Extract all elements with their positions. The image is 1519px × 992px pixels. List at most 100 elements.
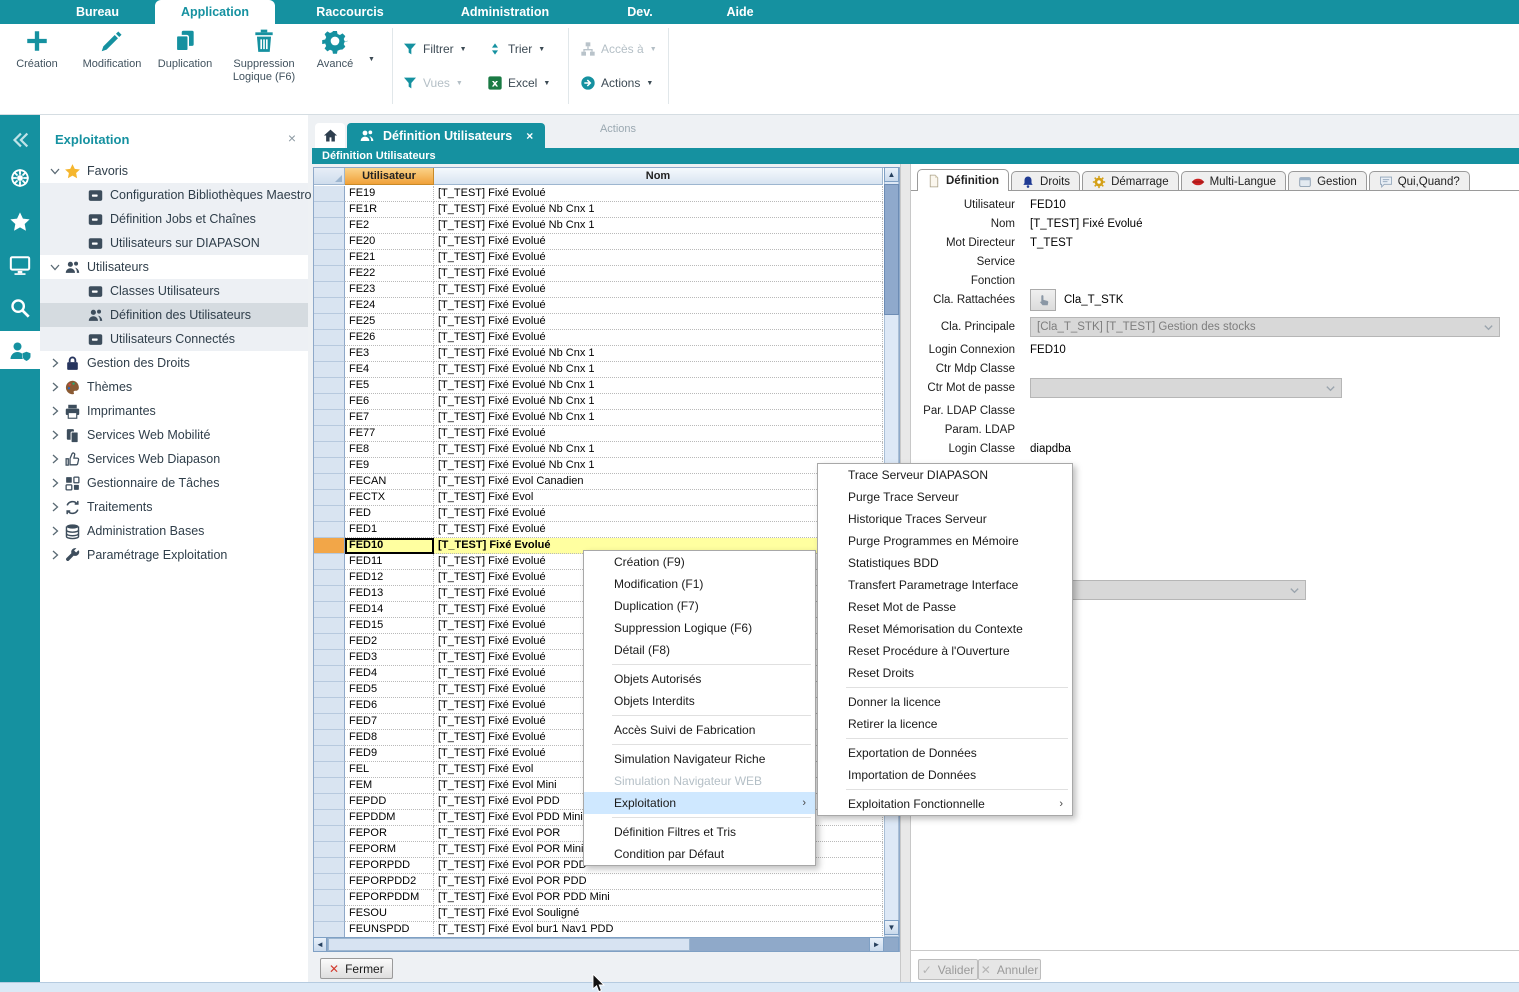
menu-item-historique-traces-serveur[interactable]: Historique Traces Serveur <box>818 508 1072 530</box>
table-row[interactable]: FED1[T_TEST] Fixé Evolué <box>314 522 884 538</box>
grid-corner-cell[interactable] <box>314 168 345 185</box>
menu-item-duplication-f7[interactable]: Duplication (F7) <box>584 595 815 617</box>
collapse-icon[interactable] <box>9 129 31 151</box>
row-handle[interactable] <box>314 794 345 810</box>
sidebar-item-definition-jobs-et-chaines[interactable]: Définition Jobs et Chaînes <box>40 207 308 231</box>
menu-item-suppression-logique-f6[interactable]: Suppression Logique (F6) <box>584 617 815 639</box>
table-row[interactable]: FECAN[T_TEST] Fixé Evol Canadien <box>314 474 884 490</box>
actions-button[interactable]: Actions▼ <box>580 72 653 94</box>
sidebar-item-definition-des-utilisateurs[interactable]: Définition des Utilisateurs <box>40 303 308 327</box>
chevron-down-icon[interactable] <box>49 261 61 273</box>
chevron-down-icon[interactable]: ▼ <box>538 46 545 53</box>
row-handle[interactable] <box>314 682 345 698</box>
row-handle[interactable] <box>314 410 345 426</box>
row-handle[interactable] <box>314 826 345 842</box>
detail-tab-multi-langue[interactable]: Multi-Langue <box>1181 171 1286 191</box>
row-handle[interactable] <box>314 506 345 522</box>
table-row[interactable]: FEUNSPDD[T_TEST] Fixé Evol bur1 Nav1 PDD <box>314 922 884 938</box>
detail-tab-definition[interactable]: Définition <box>917 169 1009 191</box>
menu-item-acces-suivi-de-fabrication[interactable]: Accès Suivi de Fabrication <box>584 719 815 741</box>
sidebar-item-favoris[interactable]: Favoris <box>40 159 308 183</box>
close-grid-button[interactable]: ✕ Fermer <box>320 958 393 979</box>
table-row[interactable]: FE20[T_TEST] Fixé Evolué <box>314 234 884 250</box>
table-row[interactable]: FE5[T_TEST] Fixé Evolué Nb Cnx 1 <box>314 378 884 394</box>
menu-item-transfert-parametrage-interface[interactable]: Transfert Parametrage Interface <box>818 574 1072 596</box>
row-handle[interactable] <box>314 538 345 554</box>
scroll-left-button[interactable]: ◄ <box>313 937 327 952</box>
table-row[interactable]: FE7[T_TEST] Fixé Evolué Nb Cnx 1 <box>314 410 884 426</box>
table-row[interactable]: FED[T_TEST] Fixé Evolué <box>314 506 884 522</box>
module-tile-active[interactable] <box>0 331 40 369</box>
row-handle[interactable] <box>314 634 345 650</box>
table-row[interactable]: FE22[T_TEST] Fixé Evolué <box>314 266 884 282</box>
sidebar-item-parametrage-exploitation[interactable]: Paramétrage Exploitation <box>40 543 308 567</box>
menu-item-creation-f9[interactable]: Création (F9) <box>584 551 815 573</box>
menu-item-exportation-de-donnees[interactable]: Exportation de Données <box>818 742 1072 764</box>
row-handle[interactable] <box>314 666 345 682</box>
row-handle[interactable] <box>314 890 345 906</box>
row-handle[interactable] <box>314 490 345 506</box>
menu-item-reset-mot-de-passe[interactable]: Reset Mot de Passe <box>818 596 1072 618</box>
menu-item-donner-la-licence[interactable]: Donner la licence <box>818 691 1072 713</box>
menu-item-modification-f1[interactable]: Modification (F1) <box>584 573 815 595</box>
chevron-right-icon[interactable] <box>49 453 61 465</box>
row-handle[interactable] <box>314 778 345 794</box>
sidebar-item-imprimantes[interactable]: Imprimantes <box>40 399 308 423</box>
field-dropdown-ctr-mot-de-passe[interactable] <box>1030 378 1342 398</box>
modules-icon[interactable] <box>9 167 31 189</box>
row-handle[interactable] <box>314 874 345 890</box>
sidebar-item-themes[interactable]: Thèmes <box>40 375 308 399</box>
home-tab[interactable] <box>315 123 345 148</box>
menu-item-definition-filtres-et-tris[interactable]: Définition Filtres et Tris <box>584 821 815 843</box>
horizontal-scrollbar-thumb[interactable] <box>328 938 690 951</box>
row-handle[interactable] <box>314 810 345 826</box>
table-row[interactable]: FEPORPDD2[T_TEST] Fixé Evol POR PDD <box>314 874 884 890</box>
table-row[interactable]: FE4[T_TEST] Fixé Evolué Nb Cnx 1 <box>314 362 884 378</box>
menu-item-purge-programmes-en-memoire[interactable]: Purge Programmes en Mémoire <box>818 530 1072 552</box>
menu-item-purge-trace-serveur[interactable]: Purge Trace Serveur <box>818 486 1072 508</box>
menu-item-detail-f8[interactable]: Détail (F8) <box>584 639 815 661</box>
row-handle[interactable] <box>314 698 345 714</box>
row-handle[interactable] <box>314 186 345 202</box>
row-handle[interactable] <box>314 250 345 266</box>
tab-close-icon[interactable]: × <box>526 129 533 143</box>
row-handle[interactable] <box>314 730 345 746</box>
sidebar-item-administration-bases[interactable]: Administration Bases <box>40 519 308 543</box>
table-row[interactable]: FE1R[T_TEST] Fixé Evolué Nb Cnx 1 <box>314 202 884 218</box>
table-row[interactable]: FE2[T_TEST] Fixé Evolué Nb Cnx 1 <box>314 218 884 234</box>
desktop-icon[interactable] <box>9 254 31 276</box>
table-row[interactable]: FE24[T_TEST] Fixé Evolué <box>314 298 884 314</box>
row-handle[interactable] <box>314 858 345 874</box>
navigation-panel-close-icon[interactable]: × <box>288 130 296 146</box>
detail-tab-demarrage[interactable]: Démarrage <box>1082 171 1179 191</box>
chevron-right-icon[interactable] <box>49 477 61 489</box>
menu-administration[interactable]: Administration <box>425 0 585 24</box>
table-row[interactable]: FE3[T_TEST] Fixé Evolué Nb Cnx 1 <box>314 346 884 362</box>
chevron-down-icon[interactable]: ▼ <box>368 56 375 63</box>
menu-raccourcis[interactable]: Raccourcis <box>275 0 425 24</box>
row-handle[interactable] <box>314 714 345 730</box>
menu-item-condition-par-defaut[interactable]: Condition par Défaut <box>584 843 815 865</box>
row-handle[interactable] <box>314 394 345 410</box>
row-handle[interactable] <box>314 458 345 474</box>
chevron-down-icon[interactable] <box>49 165 61 177</box>
menu-item-reset-droits[interactable]: Reset Droits <box>818 662 1072 684</box>
menu-item-retirer-la-licence[interactable]: Retirer la licence <box>818 713 1072 735</box>
sidebar-item-configuration-bibliotheques-maestro[interactable]: Configuration Bibliothèques Maestro <box>40 183 308 207</box>
row-handle[interactable] <box>314 554 345 570</box>
table-row[interactable]: FE6[T_TEST] Fixé Evolué Nb Cnx 1 <box>314 394 884 410</box>
menu-item-exploitation-fonctionnelle[interactable]: Exploitation Fonctionnelle› <box>818 793 1072 815</box>
row-handle[interactable] <box>314 570 345 586</box>
vertical-scrollbar-thumb[interactable] <box>884 184 899 315</box>
sidebar-item-utilisateurs-sur-diapason[interactable]: Utilisateurs sur DIAPASON <box>40 231 308 255</box>
row-handle[interactable] <box>314 266 345 282</box>
row-handle[interactable] <box>314 586 345 602</box>
row-handle[interactable] <box>314 346 345 362</box>
sidebar-item-services-web-mobilite[interactable]: Services Web Mobilité <box>40 423 308 447</box>
chevron-right-icon[interactable] <box>49 429 61 441</box>
row-handle[interactable] <box>314 522 345 538</box>
row-handle[interactable] <box>314 442 345 458</box>
menu-item-reset-memorisation-du-contexte[interactable]: Reset Mémorisation du Contexte <box>818 618 1072 640</box>
scroll-down-button[interactable]: ▼ <box>884 920 899 935</box>
row-handle[interactable] <box>314 282 345 298</box>
